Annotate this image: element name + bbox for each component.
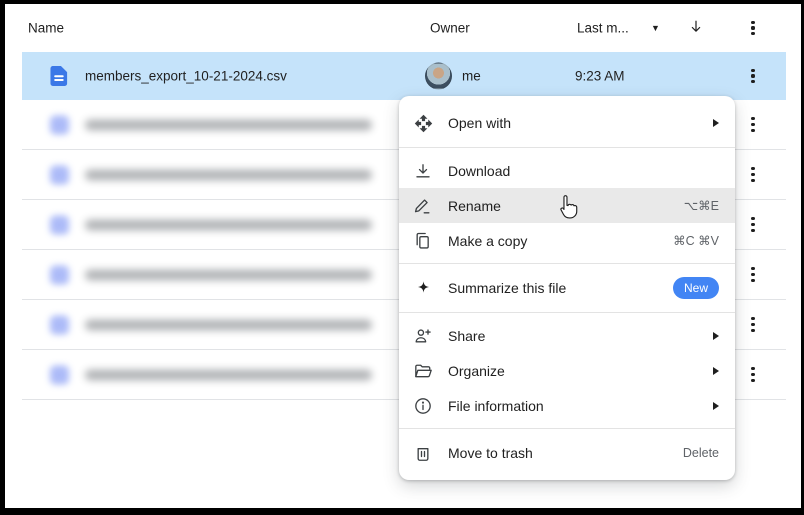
row-more-options-icon[interactable] [741,64,765,88]
menu-item-label: Summarize this file [448,280,567,296]
row-more-options-icon[interactable] [741,313,765,337]
menu-item-file-information[interactable]: File information [399,388,735,423]
table-row-selected[interactable]: members_export_10-21-2024.csv me 9:23 AM [22,52,786,100]
column-header-owner[interactable]: Owner [430,21,470,36]
blurred-file-name [85,219,372,230]
menu-divider [399,263,735,264]
trash-icon [413,443,433,463]
sparkle-icon [413,278,433,298]
blurred-file-name [85,119,372,130]
row-more-options-icon[interactable] [741,113,765,137]
menu-item-download[interactable]: Download [399,153,735,188]
row-more-options-icon[interactable] [741,213,765,237]
menu-item-rename[interactable]: Rename ⌥⌘E [399,188,735,223]
file-name: members_export_10-21-2024.csv [85,68,287,84]
column-header-name[interactable]: Name [28,21,64,36]
header-more-options-icon[interactable] [741,16,765,40]
dropdown-caret-icon[interactable]: ▼ [651,23,660,33]
row-more-options-icon[interactable] [741,163,765,187]
menu-item-label: Share [448,327,486,344]
blurred-file-name [85,369,372,380]
submenu-arrow-icon [713,366,719,375]
csv-file-icon [50,66,68,86]
menu-section: Summarize this file New [399,269,735,307]
row-more-options-icon[interactable] [741,263,765,287]
menu-item-organize[interactable]: Organize [399,353,735,388]
submenu-arrow-icon [713,119,719,127]
blurred-file-icon [50,265,69,284]
menu-item-label: Organize [448,362,505,379]
person-add-icon [413,326,433,346]
blurred-file-icon [50,115,69,134]
context-menu-sections: Open with Download Rename ⌥⌘E Make a copy ⌘C … [399,104,735,472]
menu-item-label: Move to trash [448,445,533,461]
menu-item-make-a-copy[interactable]: Make a copy ⌘C ⌘V [399,223,735,258]
submenu-arrow-icon [713,401,719,410]
folder-icon [413,361,433,381]
context-menu: Open with Download Rename ⌥⌘E Make a copy ⌘C … [399,96,735,480]
menu-item-label: Open with [448,115,512,131]
blurred-file-name [85,169,372,180]
blurred-file-icon [50,215,69,234]
open-with-icon [413,113,433,133]
drive-file-list: Name Owner Last m... ▼ members_export_10… [5,4,801,508]
menu-item-share[interactable]: Share [399,318,735,353]
sort-direction-icon[interactable] [688,19,704,38]
menu-item-label: Rename [448,197,501,214]
menu-item-shortcut: Delete [682,446,719,460]
menu-item-label: Download [448,162,511,179]
copy-icon [413,231,433,251]
blurred-file-icon [50,165,69,184]
owner-avatar [425,62,452,90]
menu-item-summarize-this-file[interactable]: Summarize this file New [399,269,735,307]
menu-divider [399,147,735,148]
new-badge: New [672,277,719,299]
menu-divider [399,312,735,313]
menu-section: Download Rename ⌥⌘E Make a copy ⌘C ⌘V [399,153,735,258]
screenshot-frame: Name Owner Last m... ▼ members_export_10… [0,0,804,515]
table-header: Name Owner Last m... ▼ [22,4,786,52]
menu-item-shortcut: ⌥⌘E [683,199,719,213]
menu-section: Share Organize File information [399,318,735,423]
blurred-file-icon [50,365,69,384]
menu-item-shortcut: ⌘C ⌘V [673,234,719,248]
blurred-file-icon [50,315,69,334]
menu-section: Open with [399,104,735,142]
owner-label: me [462,68,481,84]
info-icon [413,396,433,416]
menu-divider [399,428,735,429]
column-header-last-modified[interactable]: Last m... [577,21,629,36]
menu-item-label: Make a copy [448,232,528,249]
modified-time: 9:23 AM [575,68,625,84]
menu-section: Move to trash Delete [399,434,735,472]
menu-item-label: File information [448,397,544,414]
menu-item-open-with[interactable]: Open with [399,104,735,142]
rename-icon [413,196,433,216]
download-icon [413,161,433,181]
row-more-options-icon[interactable] [741,363,765,387]
blurred-file-name [85,319,372,330]
menu-item-move-to-trash[interactable]: Move to trash Delete [399,434,735,472]
submenu-arrow-icon [713,331,719,340]
blurred-file-name [85,269,372,280]
